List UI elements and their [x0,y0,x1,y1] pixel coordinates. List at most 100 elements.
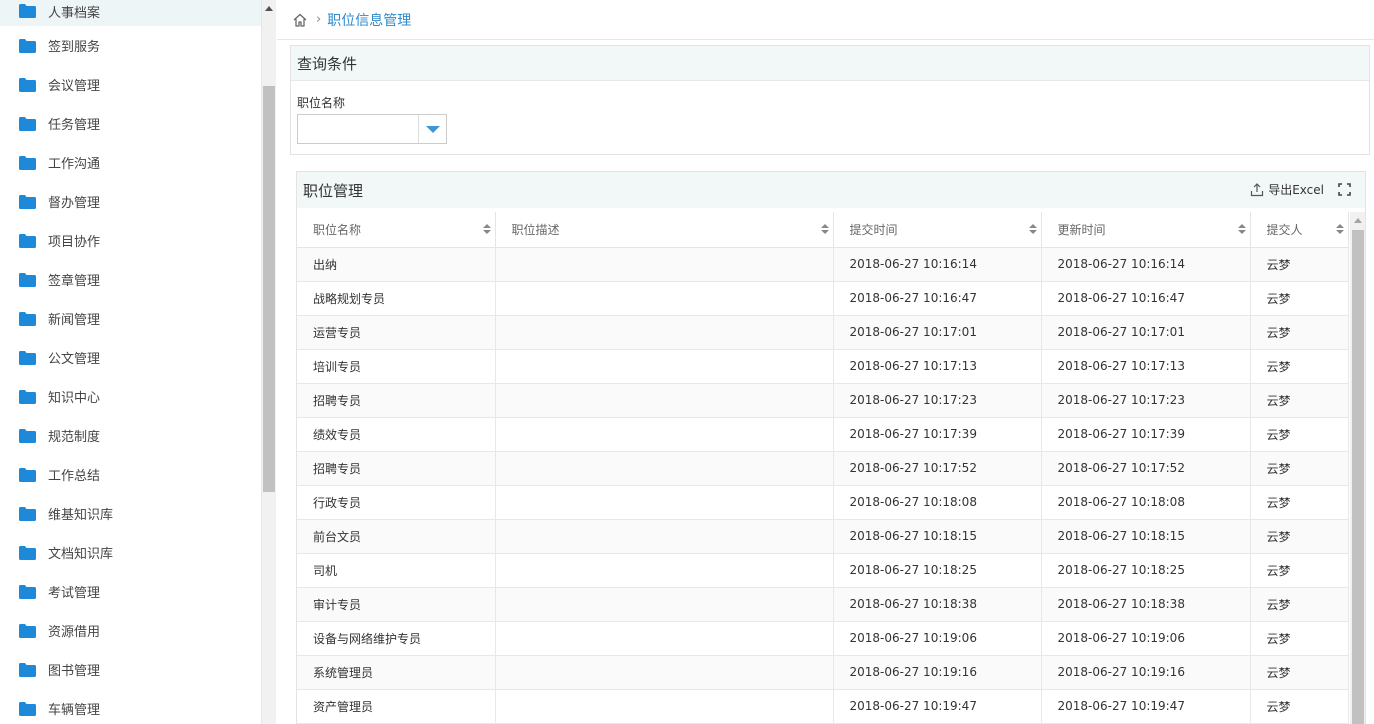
sort-icon[interactable] [1237,224,1246,235]
position-table: 职位名称 职位描述 提交时间 更新时间 提交人 出纳 2018-06-27 10:16:1… [297,212,1349,724]
column-header-label: 职位描述 [511,222,560,237]
table-cell: 战略规划专员 [297,281,496,316]
position-name-input[interactable] [298,115,418,143]
sidebar-item[interactable]: 签到服务 [0,26,261,65]
table-row[interactable]: 招聘专员 2018-06-27 10:17:23 2018-06-27 10:17:… [297,383,1349,418]
column-header[interactable]: 提交人 [1250,212,1349,248]
table-cell: 2018-06-27 10:17:01 [1041,315,1251,350]
sidebar-item[interactable]: 图书管理 [0,650,261,689]
sidebar-item[interactable]: 车辆管理 [0,689,261,724]
sidebar-item[interactable]: 新闻管理 [0,299,261,338]
sidebar-item[interactable]: 工作沟通 [0,143,261,182]
sidebar-item-label: 项目协作 [48,235,101,250]
sidebar-item[interactable]: 工作总结 [0,455,261,494]
sort-icon[interactable] [1335,224,1344,235]
sidebar-item[interactable]: 公文管理 [0,338,261,377]
table-row[interactable]: 绩效专员 2018-06-27 10:17:39 2018-06-27 10:17:… [297,417,1349,452]
table-cell: 云梦 [1250,281,1349,316]
dropdown-button[interactable] [418,115,446,143]
table-cell: 2018-06-27 10:19:16 [1041,655,1251,690]
folder-icon [19,545,36,560]
sidebar-item[interactable]: 文档知识库 [0,533,261,572]
sidebar-item[interactable]: 维基知识库 [0,494,261,533]
main-content: › 职位信息管理 查询条件 职位名称 职位管理 导出Excel 职位名称 职位描… [277,0,1374,724]
sidebar-item[interactable]: 督办管理 [0,182,261,221]
folder-icon [19,662,36,677]
table-row[interactable]: 设备与网络维护专员 2018-06-27 10:19:06 2018-06-27 1… [297,621,1349,656]
table-cell: 2018-06-27 10:17:23 [1041,383,1251,418]
sidebar-item-label: 知识中心 [48,391,101,406]
folder-icon [19,4,36,18]
folder-icon [19,233,36,248]
sidebar-scrollbar[interactable] [261,0,276,724]
table-cell: 2018-06-27 10:18:38 [833,587,1042,622]
table-cell: 2018-06-27 10:18:08 [833,485,1042,520]
table-cell: 2018-06-27 10:19:06 [833,621,1042,656]
column-header[interactable]: 职位描述 [495,212,834,248]
table-cell: 云梦 [1250,417,1349,452]
sidebar-item[interactable]: 会议管理 [0,65,261,104]
breadcrumb-current[interactable]: 职位信息管理 [327,10,411,30]
folder-icon [19,389,36,404]
table-row[interactable]: 司机 2018-06-27 10:18:25 2018-06-27 10:18:25… [297,553,1349,588]
table-cell: 运营专员 [297,315,496,350]
table-cell: 前台文员 [297,519,496,554]
sidebar-item[interactable]: 签章管理 [0,260,261,299]
sidebar-item[interactable]: 知识中心 [0,377,261,416]
sort-icon[interactable] [482,224,491,235]
position-name-label: 职位名称 [297,96,346,110]
sort-icon[interactable] [1028,224,1037,235]
sidebar-item[interactable]: 资源借用 [0,611,261,650]
sidebar-item[interactable]: 人事档案 [0,0,261,26]
table-cell: 2018-06-27 10:18:25 [1041,553,1251,588]
sidebar-item[interactable]: 考试管理 [0,572,261,611]
sort-icon[interactable] [820,224,829,235]
export-excel-button[interactable]: 导出Excel [1250,181,1324,198]
position-name-combobox[interactable] [297,114,447,144]
grid-header: 职位管理 导出Excel [297,172,1365,208]
folder-icon [19,506,36,521]
column-header[interactable]: 更新时间 [1041,212,1251,248]
scrollbar-thumb[interactable] [1352,230,1364,724]
upload-icon [1250,182,1264,197]
table-row[interactable]: 行政专员 2018-06-27 10:18:08 2018-06-27 10:18:… [297,485,1349,520]
table-row[interactable]: 前台文员 2018-06-27 10:18:15 2018-06-27 10:18:… [297,519,1349,554]
table-cell: 资产管理员 [297,689,496,724]
table-cell: 2018-06-27 10:16:47 [833,281,1042,316]
sidebar-item[interactable]: 项目协作 [0,221,261,260]
table-row[interactable]: 战略规划专员 2018-06-27 10:16:47 2018-06-27 10:1… [297,281,1349,316]
sidebar-item-label: 文档知识库 [48,547,114,562]
sidebar-item-label: 公文管理 [48,352,101,367]
table-cell: 2018-06-27 10:19:06 [1041,621,1251,656]
scrollbar-thumb[interactable] [263,86,275,492]
folder-icon [19,311,36,326]
column-header[interactable]: 职位名称 [297,212,496,248]
breadcrumb: › 职位信息管理 [277,0,1374,40]
table-cell: 2018-06-27 10:16:14 [1041,247,1251,282]
table-row[interactable]: 培训专员 2018-06-27 10:17:13 2018-06-27 10:17:… [297,349,1349,384]
table-cell [495,417,834,452]
sidebar-item[interactable]: 任务管理 [0,104,261,143]
table-row[interactable]: 审计专员 2018-06-27 10:18:38 2018-06-27 10:18:… [297,587,1349,622]
sidebar-item-label: 人事档案 [48,5,101,21]
scroll-up-arrow[interactable] [265,6,273,11]
sidebar-item[interactable]: 规范制度 [0,416,261,455]
table-row[interactable]: 招聘专员 2018-06-27 10:17:52 2018-06-27 10:17:… [297,451,1349,486]
scroll-up-arrow[interactable] [1354,218,1362,223]
table-row[interactable]: 系统管理员 2018-06-27 10:19:16 2018-06-27 10:19… [297,655,1349,690]
table-row[interactable]: 资产管理员 2018-06-27 10:19:47 2018-06-27 10:19… [297,689,1349,724]
sidebar-item-label: 签到服务 [48,40,101,55]
table-cell: 云梦 [1250,621,1349,656]
table-row[interactable]: 运营专员 2018-06-27 10:17:01 2018-06-27 10:17:… [297,315,1349,350]
sidebar-item-label: 图书管理 [48,664,101,679]
table-row[interactable]: 出纳 2018-06-27 10:16:14 2018-06-27 10:16:14… [297,247,1349,282]
caret-down-icon [425,125,440,133]
table-cell: 2018-06-27 10:18:15 [1041,519,1251,554]
table-cell: 2018-06-27 10:19:16 [833,655,1042,690]
grid-scrollbar[interactable] [1350,212,1365,724]
table-cell: 2018-06-27 10:17:13 [833,349,1042,384]
fullscreen-icon[interactable] [1338,183,1351,196]
folder-icon [19,272,36,287]
home-icon[interactable] [292,12,308,28]
column-header[interactable]: 提交时间 [833,212,1042,248]
